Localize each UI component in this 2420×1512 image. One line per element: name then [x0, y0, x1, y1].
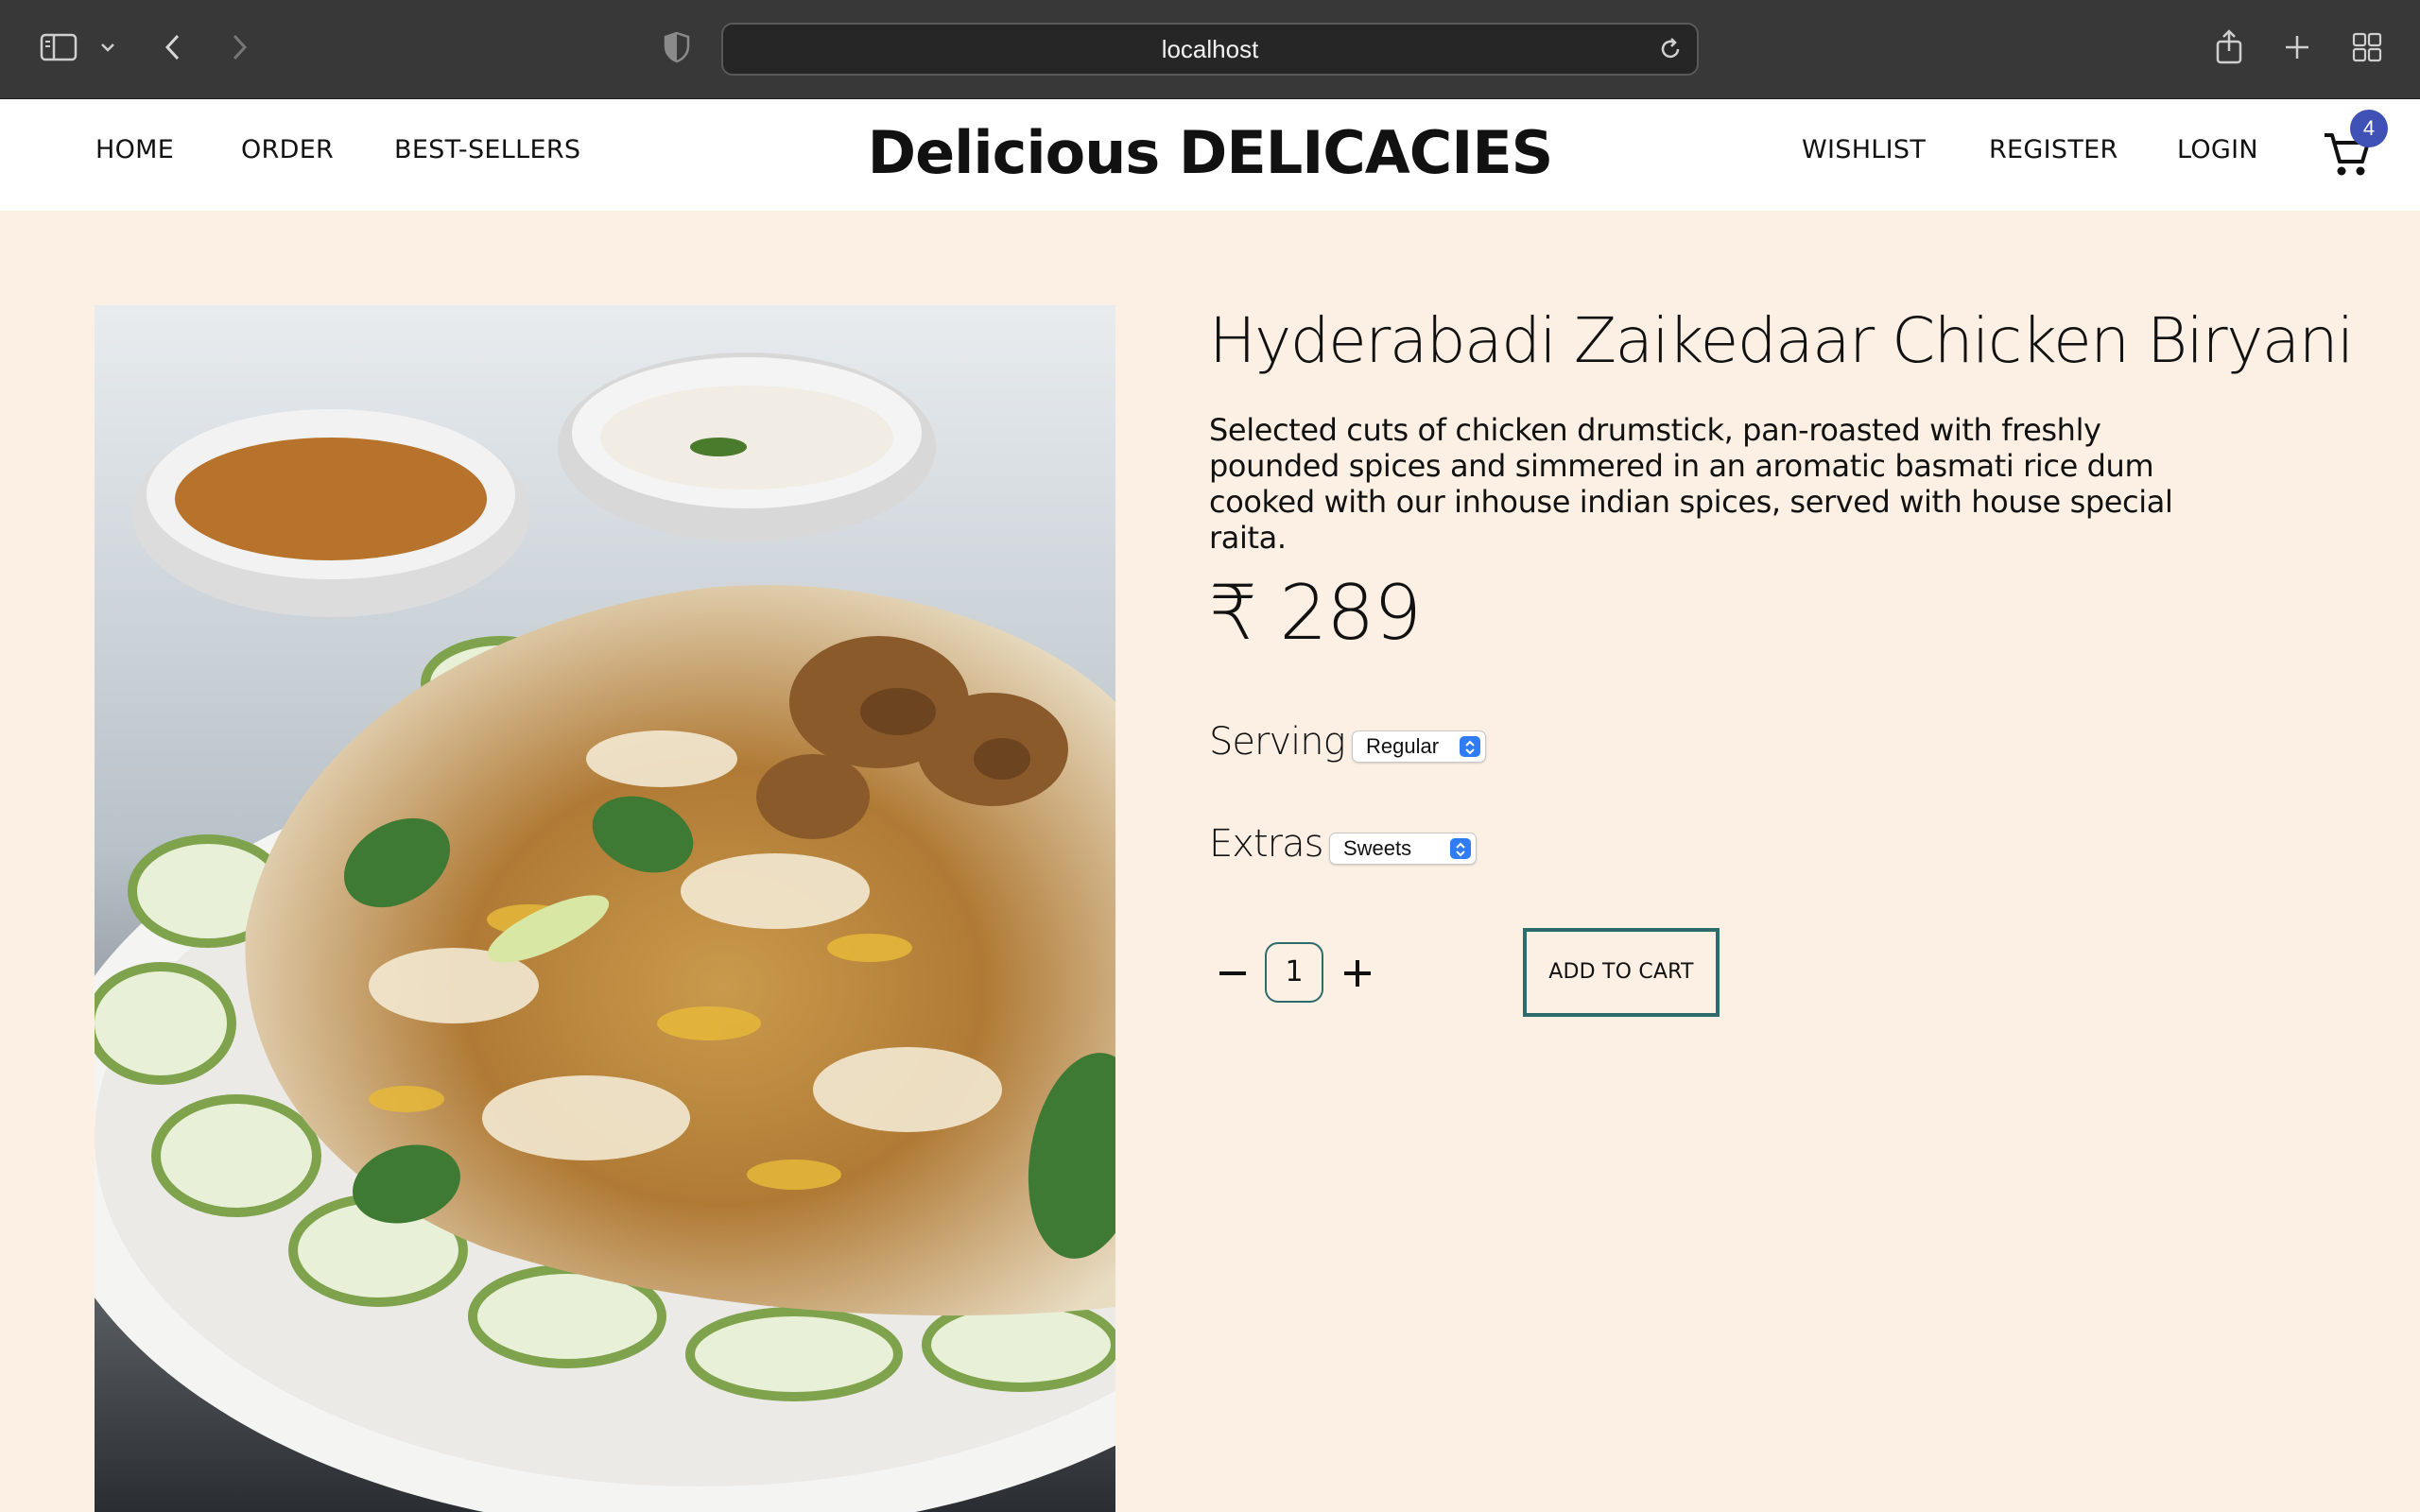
- extras-select[interactable]: Sweets: [1329, 833, 1477, 865]
- address-bar[interactable]: localhost: [721, 23, 1699, 76]
- sidebar-icon[interactable]: [36, 23, 81, 72]
- chevron-down-icon[interactable]: [95, 23, 121, 72]
- tabs-grid-icon[interactable]: [2350, 23, 2384, 72]
- reload-icon[interactable]: [1657, 36, 1684, 62]
- nav-login[interactable]: LOGIN: [2177, 135, 2258, 164]
- quantity-input[interactable]: 1: [1265, 942, 1323, 1003]
- shield-icon[interactable]: [659, 23, 695, 72]
- share-icon[interactable]: [2212, 23, 2246, 72]
- serving-label: Serving: [1209, 720, 1346, 764]
- plus-icon: [1344, 960, 1371, 987]
- product-description: Selected cuts of chicken drumstick, pan-…: [1209, 412, 2173, 556]
- plus-icon[interactable]: [2280, 23, 2314, 72]
- increase-quantity-button[interactable]: [1337, 945, 1378, 1002]
- site-header: HOME ORDER BEST-SELLERS Delicious DELICA…: [0, 99, 2420, 211]
- url-text[interactable]: localhost: [723, 25, 1697, 74]
- select-arrows-icon: [1460, 736, 1480, 757]
- forward-icon[interactable]: [222, 23, 256, 72]
- serving-select-value: Regular: [1366, 734, 1440, 758]
- product-price: ₹ 289: [1209, 569, 1422, 657]
- serving-select[interactable]: Regular: [1352, 730, 1486, 763]
- product-title: Hyderabadi Zaikedaar Chicken Biryani: [1209, 304, 2354, 377]
- browser-toolbar: localhost: [0, 0, 2420, 99]
- extras-label: Extras: [1209, 822, 1323, 866]
- decrease-quantity-button[interactable]: [1212, 945, 1253, 1002]
- product-image: [95, 305, 1115, 1512]
- extras-select-value: Sweets: [1343, 836, 1412, 860]
- cart-count-badge: 4: [2350, 110, 2388, 147]
- nav-register[interactable]: REGISTER: [1989, 135, 2118, 164]
- add-to-cart-button[interactable]: ADD TO CART: [1523, 928, 1720, 1017]
- nav-wishlist[interactable]: WISHLIST: [1802, 135, 1926, 164]
- back-icon[interactable]: [156, 23, 190, 72]
- minus-icon: [1219, 971, 1246, 975]
- select-arrows-icon: [1450, 838, 1471, 859]
